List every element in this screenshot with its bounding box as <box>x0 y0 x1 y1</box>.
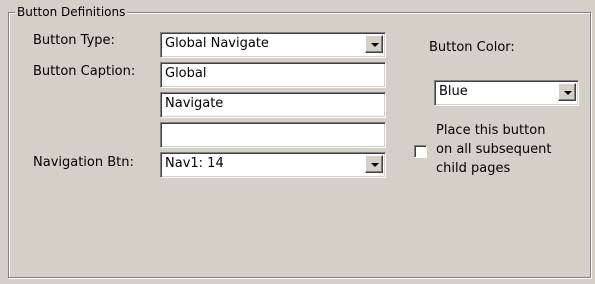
caption-line3-input[interactable] <box>160 122 386 148</box>
checkbox-label-line1: Place this button <box>436 123 546 138</box>
caption-line1-input[interactable] <box>160 62 386 88</box>
button-type-label: Button Type: <box>33 33 115 48</box>
checkbox-label-line2: on all subsequent <box>436 142 552 157</box>
button-color-value: Blue <box>439 84 468 99</box>
caption-line3-field[interactable] <box>165 126 385 141</box>
group-title: Button Definitions <box>15 4 128 20</box>
button-caption-label: Button Caption: <box>33 64 136 79</box>
navigation-btn-label: Navigation Btn: <box>33 155 134 170</box>
caption-line2-input[interactable] <box>160 92 386 118</box>
caption-line2-field[interactable] <box>165 96 385 111</box>
button-color-dropdown-arrow-icon[interactable] <box>558 83 576 101</box>
navigation-btn-value: Nav1: 14 <box>165 156 224 171</box>
place-on-child-pages-checkbox[interactable] <box>414 145 427 158</box>
button-color-label: Button Color: <box>429 40 515 55</box>
button-type-dropdown-arrow-icon[interactable] <box>365 35 383 53</box>
button-type-value: Global Navigate <box>165 36 269 51</box>
button-color-select[interactable]: Blue <box>434 80 579 106</box>
caption-line1-field[interactable] <box>165 66 385 81</box>
navigation-btn-select[interactable]: Nav1: 14 <box>160 152 386 178</box>
checkbox-label-line3: child pages <box>436 161 511 176</box>
button-type-select[interactable]: Global Navigate <box>160 32 386 58</box>
navigation-btn-dropdown-arrow-icon[interactable] <box>365 155 383 173</box>
